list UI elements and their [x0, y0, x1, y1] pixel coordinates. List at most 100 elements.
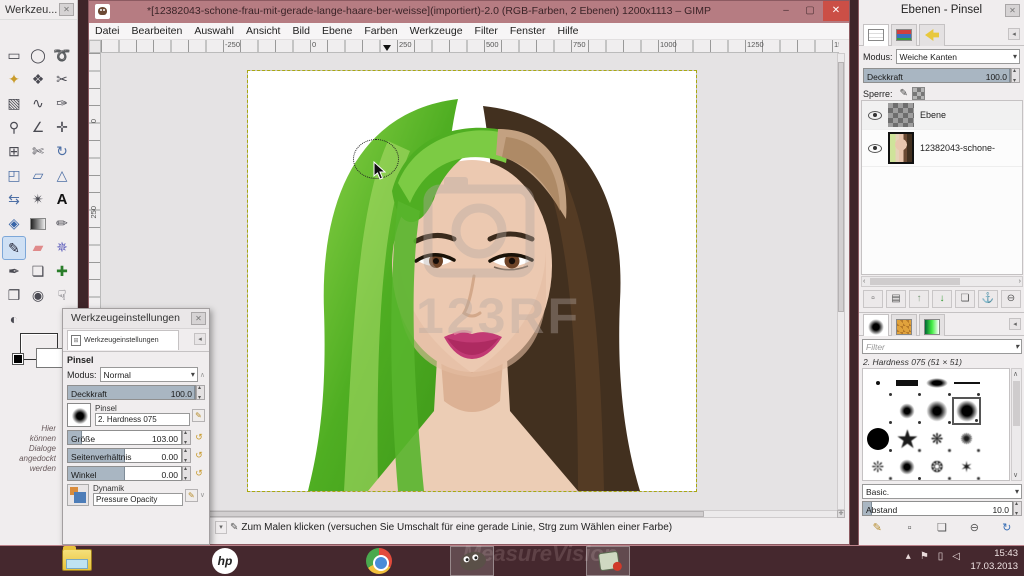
close-icon[interactable]: ✕ [1005, 4, 1020, 17]
taskbar-chrome-icon[interactable] [366, 548, 392, 574]
tool-scissors-select[interactable]: ✂ [50, 68, 74, 92]
layers-titlebar[interactable]: Ebenen - Pinsel ✕ [859, 0, 1024, 22]
tool-gradient[interactable] [26, 212, 50, 236]
layer-mode-select[interactable]: Weiche Kanten [896, 49, 1020, 64]
scroll-down-icon[interactable]: ∨ [1013, 471, 1018, 479]
close-button[interactable]: ✕ [823, 1, 849, 21]
tool-flip[interactable]: ⇆ [2, 188, 26, 212]
brush-filter-input[interactable]: Filter [862, 339, 1022, 354]
close-icon[interactable]: ✕ [191, 312, 206, 325]
bgrid-thumb[interactable] [1013, 381, 1020, 426]
brush-name-field[interactable]: 2. Hardness 075 [95, 413, 190, 426]
dock-menu-button[interactable]: ◂ [194, 333, 206, 345]
horizontal-scrollbar[interactable] [101, 510, 839, 518]
anchor-layer-button[interactable]: ⚓ [978, 290, 998, 308]
new-brush-button[interactable]: ▫ [900, 520, 920, 538]
canvas-image[interactable]: 123RF [248, 71, 696, 491]
vertical-scrollbar[interactable] [837, 53, 845, 510]
tool-select-by-color[interactable]: ❖ [26, 68, 50, 92]
tool-options-titlebar[interactable]: Werkzeugeinstellungen ✕ [63, 309, 209, 329]
tool-scale[interactable]: ◰ [2, 164, 26, 188]
brush-item[interactable] [922, 369, 952, 397]
spacing-slider[interactable]: Abstand 10.0 [862, 501, 1013, 516]
action-center-icon[interactable]: ⚑ [920, 551, 929, 562]
canvas-viewport[interactable]: 123RF [101, 53, 839, 510]
tool-text[interactable]: A [50, 188, 74, 212]
taskbar-screenshot-icon[interactable] [586, 546, 630, 576]
taskbar-gimp-icon[interactable] [450, 546, 494, 576]
tool-heal[interactable]: ✚ [50, 260, 74, 284]
menu-werkzeuge[interactable]: Werkzeuge [404, 23, 469, 39]
brush-item[interactable] [893, 397, 923, 425]
scroll-left-icon[interactable]: ‹ [863, 277, 865, 286]
brush-item[interactable]: ✶ [952, 453, 982, 481]
tab-undo-history[interactable] [919, 24, 945, 46]
tab-layers[interactable] [863, 24, 889, 46]
aspect-ratio-slider[interactable]: Seitenverhältnis 0.00 [67, 448, 182, 463]
edit-brush-button[interactable]: ✎ [867, 520, 887, 538]
dynamics-field[interactable]: Pressure Opacity [93, 493, 183, 506]
menu-fenster[interactable]: Fenster [504, 23, 552, 39]
tool-foreground-select[interactable]: ▧ [2, 92, 26, 116]
scroll-up-icon[interactable]: ∧ [200, 371, 205, 379]
refresh-brushes-button[interactable]: ↻ [997, 520, 1017, 538]
tool-airbrush[interactable]: ✵ [50, 236, 74, 260]
tool-measure[interactable]: ∠ [26, 116, 50, 140]
taskbar-hp-icon[interactable]: hp [212, 548, 238, 574]
dock-menu-button[interactable]: ◂ [1008, 28, 1020, 40]
tool-paintbrush[interactable]: ✎ [2, 236, 26, 260]
opacity-slider[interactable]: Deckkraft 100.0 [67, 385, 196, 400]
brush-item[interactable]: ★ [893, 425, 923, 453]
tool-zoom[interactable]: ⚲ [2, 116, 26, 140]
tool-rectangle-select[interactable]: ▭ [2, 44, 26, 68]
tool-align[interactable]: ⊞ [2, 140, 26, 164]
brush-item[interactable] [863, 425, 893, 453]
scroll-down-icon[interactable]: ∨ [200, 491, 205, 499]
brush-item[interactable]: ❂ [922, 453, 952, 481]
layer-list-scrollbar[interactable]: ‹ › [861, 276, 1023, 287]
brush-item[interactable] [922, 397, 952, 425]
visibility-eye-icon[interactable] [868, 144, 882, 153]
tool-blur-sharpen[interactable]: ◉ [26, 284, 50, 308]
brush-item[interactable] [893, 453, 923, 481]
tool-perspective[interactable]: △ [50, 164, 74, 188]
size-spinner[interactable] [182, 430, 191, 445]
reset-size-icon[interactable]: ↺ [193, 431, 205, 444]
tool-paths[interactable]: ∿ [26, 92, 50, 116]
close-icon[interactable]: ✕ [59, 3, 74, 16]
brush-item[interactable] [893, 369, 923, 397]
tool-free-select[interactable]: ➰ [50, 44, 74, 68]
navigation-button[interactable]: ✛ [837, 510, 845, 518]
tool-perspective-clone[interactable]: ❐ [2, 284, 26, 308]
duplicate-brush-button[interactable]: ❏ [932, 520, 952, 538]
tab-tool-options[interactable]: ⊞Werkzeugeinstellungen [67, 330, 179, 350]
brush-preview[interactable] [67, 403, 91, 427]
tab-brushes[interactable] [863, 314, 889, 336]
brush-item[interactable]: ❊ [863, 453, 893, 481]
tool-move[interactable]: ✛ [50, 116, 74, 140]
battery-icon[interactable]: ▯ [938, 551, 944, 562]
brush-item[interactable]: ❋ [922, 425, 952, 453]
new-group-button[interactable]: ▤ [886, 290, 906, 308]
layer-opacity-spinner[interactable] [1011, 68, 1020, 83]
duplicate-layer-button[interactable]: ❏ [955, 290, 975, 308]
brush-item[interactable] [863, 397, 893, 425]
tool-ink[interactable]: ✒ [2, 260, 26, 284]
menu-ebene[interactable]: Ebene [316, 23, 358, 39]
vscroll-thumb[interactable] [838, 62, 844, 312]
default-colors-icon[interactable] [13, 354, 23, 364]
lock-alpha-icon[interactable] [912, 87, 925, 100]
menu-ansicht[interactable]: Ansicht [240, 23, 286, 39]
new-layer-button[interactable]: ▫ [863, 290, 883, 308]
paint-mode-select[interactable]: Normal [100, 367, 198, 382]
tool-cage-transform[interactable]: ✴ [26, 188, 50, 212]
tool-shear[interactable]: ▱ [26, 164, 50, 188]
aspect-spinner[interactable] [182, 448, 191, 463]
brush-item[interactable] [952, 397, 982, 425]
edit-brush-icon[interactable]: ✎ [192, 409, 205, 422]
taskbar-clock[interactable]: 15:43 17.03.2013 [970, 548, 1018, 574]
scroll-right-icon[interactable]: › [1019, 277, 1021, 286]
lock-paint-icon[interactable]: ✎ [900, 88, 908, 99]
reset-aspect-icon[interactable]: ↺ [193, 449, 205, 462]
taskbar-explorer-icon[interactable] [62, 549, 92, 571]
